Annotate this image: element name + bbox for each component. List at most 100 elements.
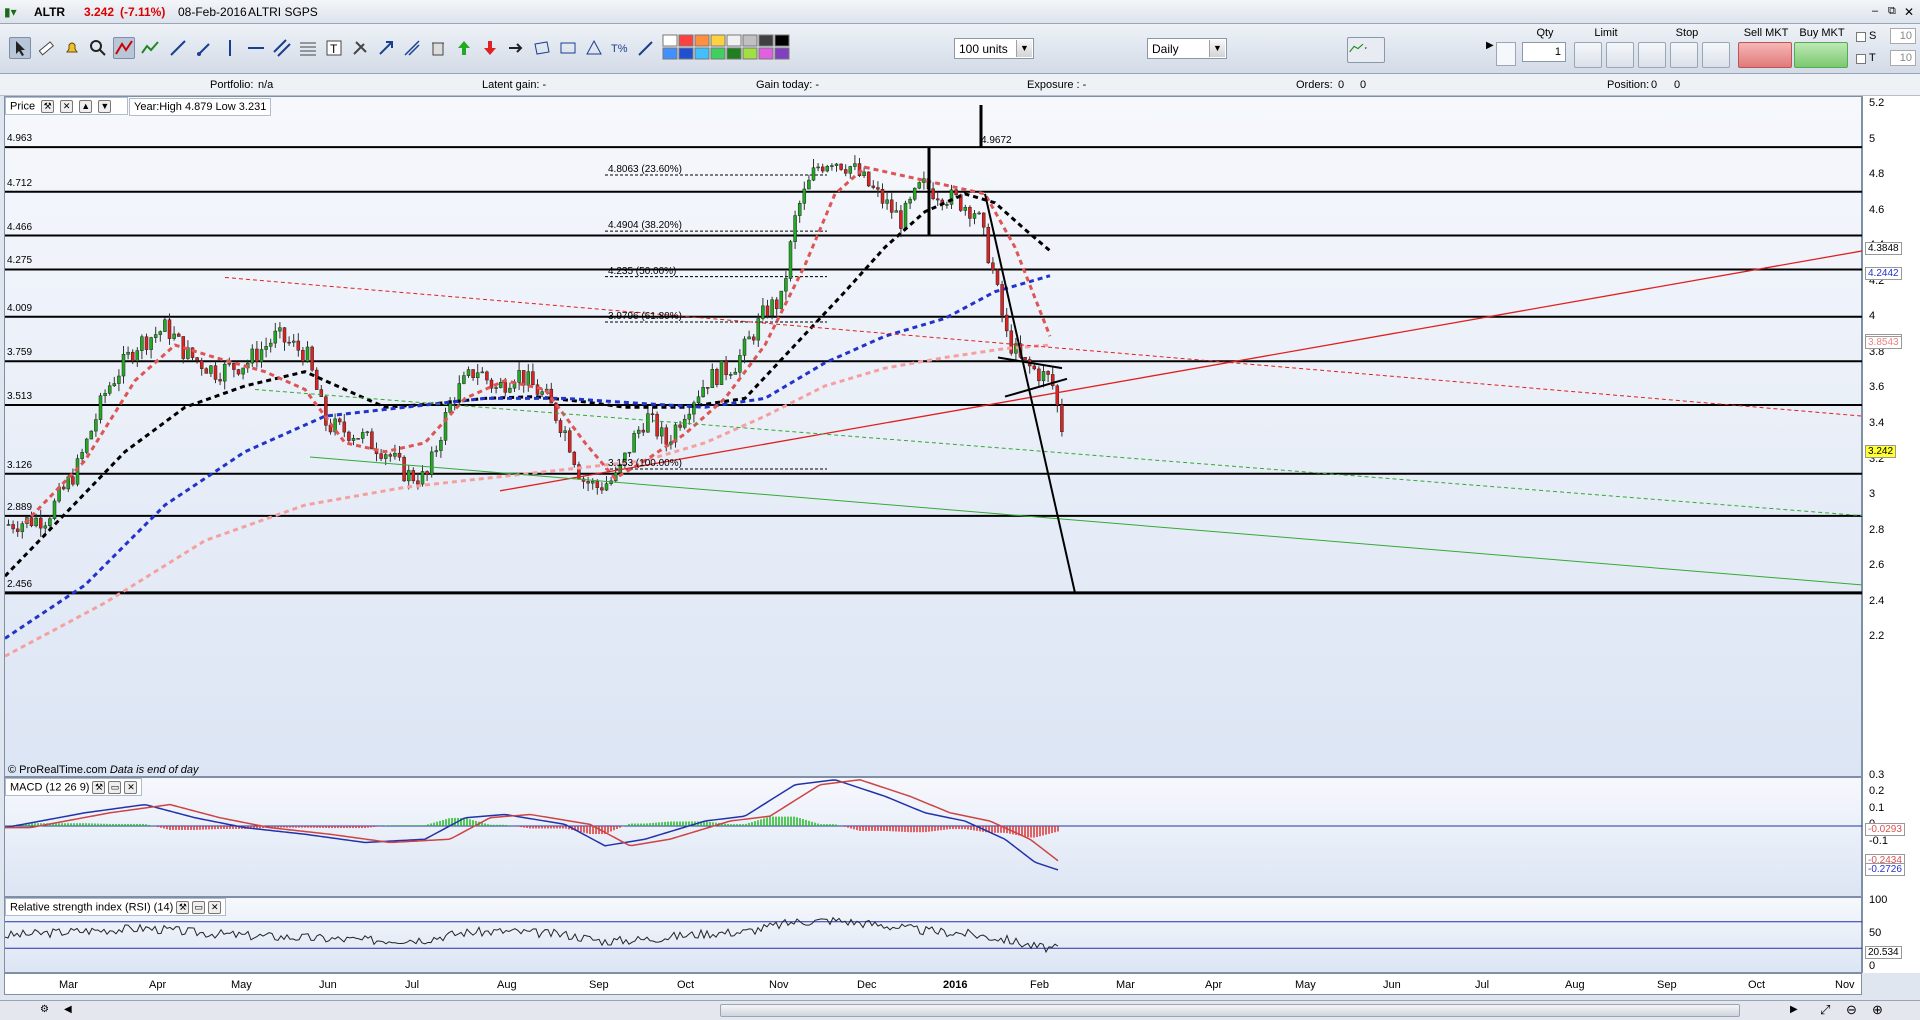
wrench-icon[interactable]: ⚒ <box>176 901 190 914</box>
fibonacci-icon[interactable] <box>297 37 319 59</box>
scroll-thumb[interactable] <box>720 1004 1740 1017</box>
arrow-tool-icon[interactable] <box>375 37 397 59</box>
candle <box>443 412 448 441</box>
scroll-right-icon[interactable]: ▶ <box>1790 1004 1798 1015</box>
zoom-icon[interactable] <box>87 37 109 59</box>
close-icon[interactable]: ✕ <box>124 781 138 794</box>
wrench-icon[interactable] <box>1496 42 1516 66</box>
horizontal-line-icon[interactable] <box>245 37 267 59</box>
color-swatch <box>662 34 678 47</box>
wrench-icon[interactable]: ⚒ <box>92 781 106 794</box>
month-label: Sep <box>589 979 609 991</box>
candle <box>241 367 245 375</box>
rsi-panel[interactable]: Relative strength index (RSI) (14) ⚒ ▭ ✕ <box>4 897 1863 974</box>
t-checkbox[interactable] <box>1856 54 1866 64</box>
cursor-icon[interactable] <box>9 37 31 59</box>
axis-tick-label: 100 <box>1869 894 1888 906</box>
ray-tool-icon[interactable] <box>193 37 215 59</box>
buy-arrow-icon[interactable] <box>453 37 475 59</box>
limit-buy-button[interactable] <box>1574 42 1602 68</box>
position-value-2: 0 <box>1674 79 1681 91</box>
orders-value: 0 <box>1338 79 1345 91</box>
up-icon[interactable]: ▲ <box>79 100 93 113</box>
triangle-icon[interactable] <box>583 37 605 59</box>
period-select[interactable]: Daily ▼ <box>1147 38 1227 59</box>
stop-buy-button[interactable] <box>1638 42 1666 68</box>
color-palette[interactable] <box>661 33 793 61</box>
sell-market-button[interactable] <box>1738 42 1792 68</box>
s-checkbox[interactable] <box>1856 32 1866 42</box>
s-input[interactable]: 10 <box>1890 28 1916 44</box>
indicator-icon[interactable] <box>139 37 161 59</box>
candle <box>659 427 664 437</box>
line-tool-icon[interactable] <box>167 37 189 59</box>
candle <box>480 371 485 374</box>
minimize-icon[interactable]: – <box>1872 5 1878 17</box>
candle <box>678 424 682 428</box>
stop-sell-button[interactable] <box>1702 42 1730 68</box>
sell-arrow-icon[interactable] <box>479 37 501 59</box>
delete-icon[interactable] <box>427 37 449 59</box>
axis-tick-label: 3 <box>1869 488 1876 501</box>
pitchfork-icon[interactable] <box>401 37 423 59</box>
alert-bell-icon[interactable] <box>61 37 83 59</box>
chevron-down-icon[interactable]: ▼ <box>1209 40 1225 57</box>
wrench-icon[interactable]: ⚒ <box>41 100 55 113</box>
candle <box>250 348 255 364</box>
chart-scrollbar[interactable]: ⚙ ◀ ▶ ⤢ ⊖ ⊕ <box>0 1000 1920 1020</box>
candle <box>811 167 816 181</box>
candle <box>425 471 429 475</box>
vertical-line-icon[interactable] <box>219 37 241 59</box>
close-icon[interactable]: ✕ <box>208 901 222 914</box>
text-tool-icon[interactable]: T <box>323 37 345 59</box>
fit-icon[interactable]: ⤢ <box>1820 1002 1830 1018</box>
color-swatch <box>710 47 726 60</box>
channel-icon[interactable] <box>271 37 293 59</box>
tools-icon[interactable] <box>349 37 371 59</box>
candle <box>278 327 282 332</box>
candle <box>742 338 747 356</box>
stop-mid-button[interactable] <box>1670 42 1698 68</box>
rsi-chart[interactable] <box>5 898 1863 974</box>
right-arrow-icon[interactable] <box>505 37 527 59</box>
qty-input[interactable]: 1 <box>1522 42 1566 62</box>
color-swatch <box>726 34 742 47</box>
candle <box>158 331 163 335</box>
gear-icon[interactable]: ⚙ <box>40 1004 52 1016</box>
price-chart-panel[interactable]: Price ⚒ ✕ ▲ ▼ Year:High 4.879 Low 3.231 … <box>4 96 1863 778</box>
zoom-out-icon[interactable]: ⊖ <box>1846 1002 1857 1018</box>
scroll-left-icon[interactable]: ◀ <box>64 1004 72 1015</box>
units-select[interactable]: 100 units ▼ <box>954 38 1034 59</box>
ruler-icon[interactable] <box>35 37 57 59</box>
zoom-in-icon[interactable]: ⊕ <box>1872 1002 1883 1018</box>
down-icon[interactable]: ▼ <box>98 100 112 113</box>
candle <box>1046 371 1050 375</box>
draw-trend-icon[interactable] <box>113 37 135 59</box>
polygon-icon[interactable] <box>531 37 553 59</box>
candle <box>991 262 995 271</box>
chart-type-button[interactable] <box>1347 37 1385 63</box>
restore-icon[interactable]: ⧉ <box>1888 5 1896 18</box>
expand-arrow-icon[interactable]: ▶ <box>1486 40 1494 51</box>
window-icon[interactable]: ▭ <box>108 781 122 794</box>
price-chart[interactable] <box>5 97 1863 778</box>
candle <box>922 178 926 183</box>
percent-tool-icon[interactable]: T% <box>609 37 631 59</box>
chevron-down-icon[interactable]: ▼ <box>1016 40 1032 57</box>
buy-market-button[interactable] <box>1794 42 1848 68</box>
macd-chart[interactable] <box>5 778 1863 898</box>
limit-label: Limit <box>1594 27 1618 39</box>
close-icon[interactable]: ✕ <box>1904 5 1914 19</box>
brush-icon[interactable] <box>635 37 657 59</box>
svg-text:T: T <box>330 42 338 56</box>
fib-label: 4.235 (50.00%) <box>608 265 677 277</box>
limit-sell-button[interactable] <box>1606 42 1634 68</box>
macd-panel[interactable]: MACD (12 26 9) ⚒ ▭ ✕ <box>4 777 1863 898</box>
close-icon[interactable]: ✕ <box>60 100 74 113</box>
rectangle-icon[interactable] <box>557 37 579 59</box>
candle <box>954 189 958 196</box>
t-input[interactable]: 10 <box>1890 50 1916 66</box>
axis-tick-label: 5 <box>1869 132 1876 145</box>
candle <box>715 369 719 385</box>
window-icon[interactable]: ▭ <box>192 901 206 914</box>
